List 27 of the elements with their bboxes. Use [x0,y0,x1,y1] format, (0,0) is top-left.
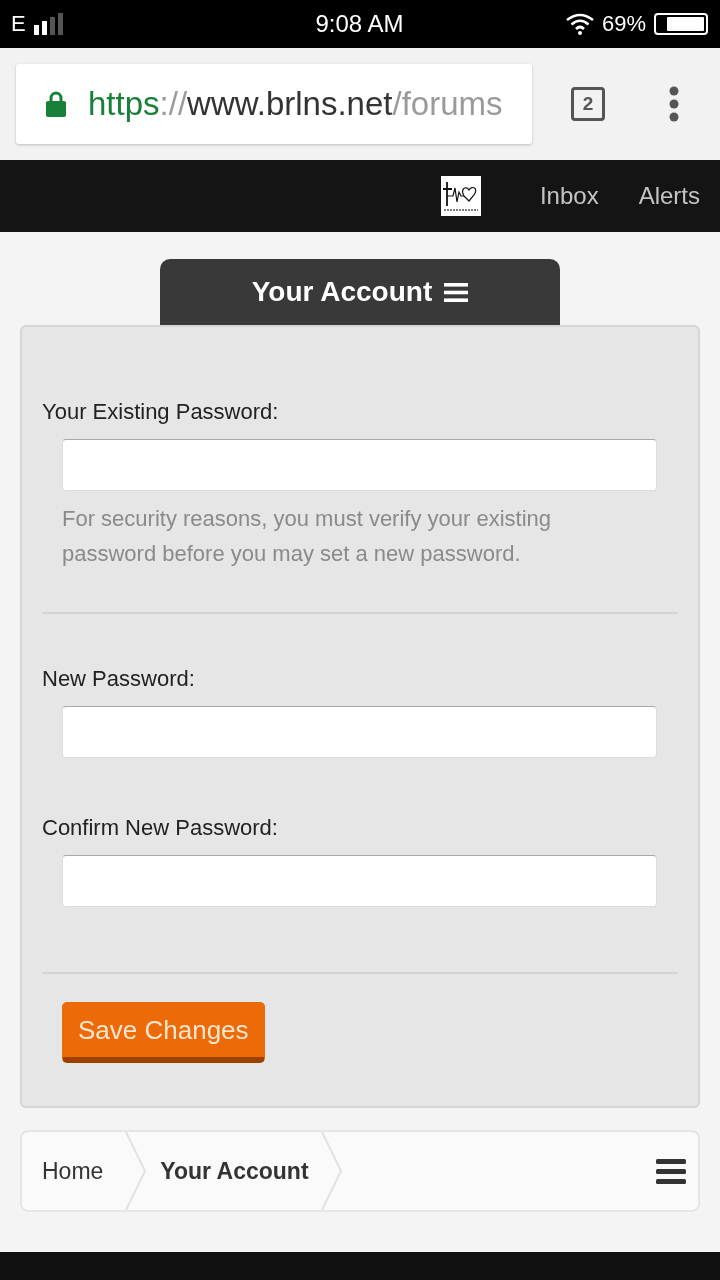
nav-link[interactable]: Inbox [539,181,599,211]
tab-count-button[interactable]: 2 [571,87,605,121]
section-title: Your Account [251,275,433,309]
battery-icon [654,13,708,35]
network-type: E [11,11,26,37]
wifi-icon [565,13,594,35]
lock-icon [46,91,66,117]
menu-icon[interactable] [444,282,469,302]
breadcrumb-link[interactable]: Home [42,1156,104,1186]
field-hint: For security reasons, you must verify your existing password before you may set a new password. [62,505,553,568]
address-bar[interactable]: https://www.brlns.net/forums [16,64,532,144]
password-field[interactable] [62,706,657,758]
field-label: Confirm New Password: [42,814,279,842]
field-label: New Password: [42,665,196,693]
breadcrumb-link[interactable]: Your Account [160,1156,309,1186]
more-options-icon[interactable] [669,86,679,122]
field-label: Your Existing Password: [42,398,280,426]
section-header[interactable]: Your Account [160,259,560,325]
logo-icon[interactable] [440,176,481,216]
menu-icon[interactable] [656,1158,686,1184]
password-field[interactable] [62,855,657,907]
url-text: https://www.brlns.net/forums [88,85,503,123]
battery-percent: 69% [601,11,646,37]
signal-icon [33,13,64,35]
password-field[interactable] [62,439,657,491]
nav-link[interactable]: Alerts [638,181,700,211]
clock-time: 9:08 AM [315,10,404,38]
